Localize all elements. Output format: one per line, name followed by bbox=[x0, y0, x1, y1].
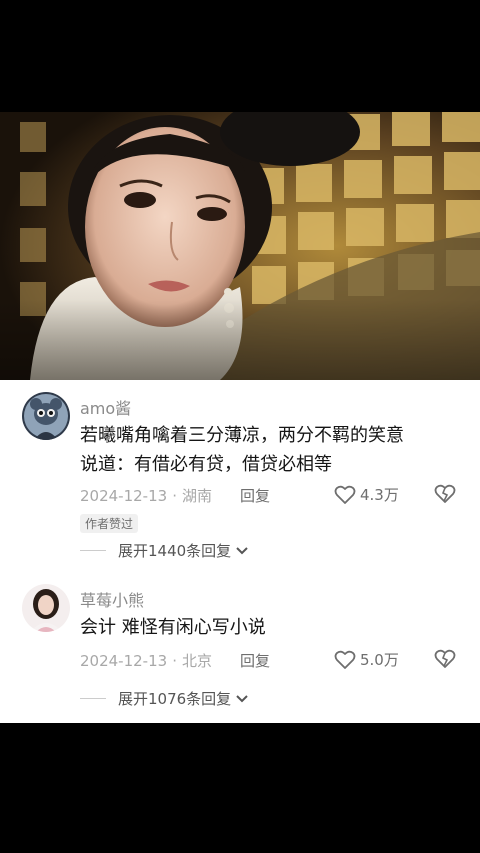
broken-heart-icon bbox=[434, 484, 456, 503]
meta-separator: · bbox=[172, 651, 177, 670]
dislike-button[interactable] bbox=[434, 649, 456, 673]
comment-date: 2024-12-13 bbox=[80, 486, 168, 505]
like-button[interactable]: 4.3万 bbox=[334, 484, 399, 505]
like-button[interactable]: 5.0万 bbox=[334, 649, 399, 670]
like-count: 5.0万 bbox=[360, 651, 399, 669]
username[interactable]: 草莓小熊 bbox=[80, 587, 144, 611]
video-still-image bbox=[0, 112, 480, 380]
username[interactable]: amo酱 bbox=[80, 395, 131, 419]
heart-icon bbox=[334, 650, 356, 669]
comment-text-line: 说道：有借必有贷，借贷必相等 bbox=[80, 454, 332, 475]
user-avatar[interactable] bbox=[22, 584, 70, 632]
chevron-down-icon bbox=[236, 546, 248, 554]
reply-button[interactable]: 回复 bbox=[240, 485, 270, 506]
comment-location: 湖南 bbox=[181, 487, 212, 505]
reply-button[interactable]: 回复 bbox=[240, 650, 270, 671]
video-frame[interactable] bbox=[0, 112, 480, 380]
expand-replies-button[interactable]: 展开1440条回复 bbox=[80, 540, 249, 561]
comment-date: 2024-12-13 bbox=[80, 651, 168, 670]
comment-meta: 2024-12-13 · 湖南 bbox=[80, 485, 212, 506]
comment-location: 北京 bbox=[181, 652, 212, 670]
divider-line bbox=[80, 698, 106, 699]
chevron-down-icon bbox=[236, 694, 248, 702]
avatar-image bbox=[22, 392, 70, 440]
comments-panel: amo酱 若曦嘴角噙着三分薄凉，两分不羁的笑意 说道：有借必有贷，借贷必相等 2… bbox=[0, 380, 480, 723]
avatar-image bbox=[22, 584, 70, 632]
dislike-button[interactable] bbox=[434, 484, 456, 508]
expand-replies-label: 展开1440条回复 bbox=[118, 542, 232, 560]
heart-icon bbox=[334, 485, 356, 504]
user-avatar[interactable] bbox=[22, 392, 70, 440]
like-count: 4.3万 bbox=[360, 486, 399, 504]
divider-line bbox=[80, 550, 106, 551]
meta-separator: · bbox=[172, 486, 177, 505]
comment-meta: 2024-12-13 · 北京 bbox=[80, 650, 212, 671]
expand-replies-label: 展开1076条回复 bbox=[118, 690, 232, 708]
author-liked-badge: 作者赞过 bbox=[80, 514, 139, 533]
expand-replies-button[interactable]: 展开1076条回复 bbox=[80, 688, 249, 709]
broken-heart-icon bbox=[434, 649, 456, 668]
comment-text-line: 若曦嘴角噙着三分薄凉，两分不羁的笑意 bbox=[80, 425, 404, 446]
comment-text-line: 会计 难怪有闲心写小说 bbox=[80, 617, 266, 638]
